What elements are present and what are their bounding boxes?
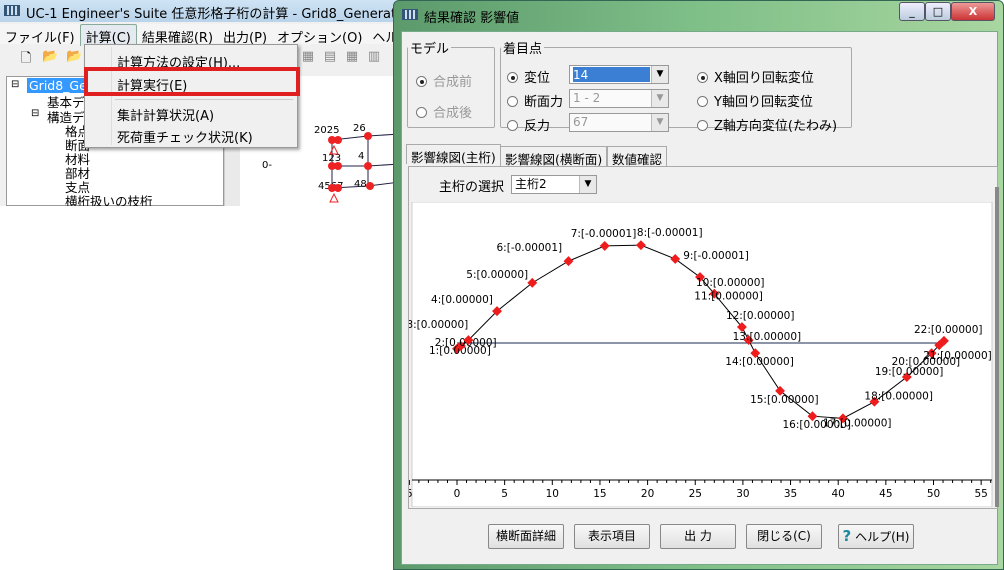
x-tick-label: 30: [736, 488, 749, 500]
point-label: 9:[-0.00001]: [683, 250, 749, 262]
point-label: 13:[0.00000]: [733, 331, 802, 343]
point-label: 12:[0.00000]: [726, 310, 795, 322]
girder-select[interactable]: 主桁2 ▼: [511, 175, 597, 194]
dialog-body: モデル 合成前 合成後 着目点 変位 断面力 反力 14 ▼ 1 - 2 ▼ 67 ▼…: [401, 31, 999, 565]
table-icon[interactable]: ▦: [300, 49, 316, 65]
point-label: 18:[0.00000]: [864, 391, 933, 403]
point-label: 11:[0.00000]: [694, 291, 763, 303]
point-label: 7:[-0.00001]: [571, 228, 637, 240]
help-button[interactable]: ? ヘルプ(H): [838, 524, 914, 549]
influence-dialog: 結果確認 影響値 _ □ X モデル 合成前 合成後 着目点 変位 断面力 反力…: [393, 0, 1004, 570]
x-tick-label: 40: [832, 488, 845, 500]
close-window-button[interactable]: X: [951, 2, 995, 21]
chevron-down-icon[interactable]: ▼: [651, 66, 668, 83]
tree-item[interactable]: 横桁扱いの枝桁: [65, 191, 153, 206]
radio-reaction[interactable]: 反力: [507, 115, 550, 134]
point-label: 4:[0.00000]: [431, 294, 493, 306]
menubar: ファイル(F) 計算(C) 結果確認(R) 出力(P) オプション(O) ヘル: [0, 24, 400, 49]
radio-z-deflection[interactable]: Z軸方向変位(たわみ): [697, 115, 837, 134]
app-icon: [4, 5, 20, 16]
app-title: UC-1 Engineer's Suite 任意形格子桁の計算 - Grid8_…: [0, 0, 400, 22]
dialog-title: 結果確認 影響値: [424, 11, 520, 26]
x-tick-label: 45: [879, 488, 892, 500]
point-label: 15:[0.00000]: [750, 394, 819, 406]
point-label: 8:[-0.00001]: [637, 227, 703, 239]
point-label: 22:[0.00000]: [914, 324, 983, 336]
tree-collapse-icon[interactable]: ⊟: [11, 79, 19, 90]
point-label: 6:[-0.00001]: [497, 242, 563, 254]
tab-main-girder[interactable]: 影響線図(主桁): [406, 144, 501, 165]
menu-item-summary-status[interactable]: 集計計算状況(A): [117, 105, 214, 124]
open-folder-icon[interactable]: 📂: [42, 49, 58, 65]
tab-panel: 主桁の選択 主桁2 ▼ 1:[0.00000] 2:[0.00000] 3:[0.00…: [408, 166, 999, 509]
minimize-button[interactable]: _: [899, 2, 925, 21]
maximize-button[interactable]: □: [925, 2, 951, 21]
point-label: 10:[0.00000]: [696, 277, 765, 289]
focus-point-group: 着目点 変位 断面力 反力 14 ▼ 1 - 2 ▼ 67 ▼ X軸回り回転変位 Y軸…: [500, 38, 852, 134]
scrollbar[interactable]: [995, 187, 999, 507]
x-tick-label: 15: [593, 488, 606, 500]
radio-displacement[interactable]: 変位: [507, 67, 550, 86]
point-label: 17:[0.00000]: [823, 417, 892, 429]
grid-icon[interactable]: ▦: [344, 49, 360, 65]
point-label: 5:[0.00000]: [466, 269, 528, 281]
tab-cross-section[interactable]: 影響線図(横断面): [500, 146, 608, 167]
dialog-icon: [402, 9, 418, 20]
section-force-combo[interactable]: 1 - 2 ▼: [569, 89, 669, 108]
x-tick-label: 25: [689, 488, 702, 500]
list-icon[interactable]: ▥: [366, 49, 382, 65]
x-tick-label: 20: [641, 488, 654, 500]
chevron-down-icon[interactable]: ▼: [651, 90, 668, 107]
x-tick-label: 55: [974, 488, 987, 500]
x-tick-label: 50: [927, 488, 940, 500]
chevron-down-icon[interactable]: ▼: [579, 176, 596, 193]
girder-select-label: 主桁の選択: [439, 180, 505, 195]
radio-y-rotation[interactable]: Y軸回り回転変位: [697, 91, 813, 110]
influence-line-chart: 1:[0.00000]2:[0.00000]3:[0.00000]4:[0.00…: [409, 202, 993, 507]
output-button[interactable]: 出 力: [660, 524, 736, 549]
x-tick-label: 5: [501, 488, 508, 500]
tab-numeric[interactable]: 数値確認: [607, 146, 668, 167]
open-recent-icon[interactable]: 📂: [66, 49, 82, 65]
x-tick-label: 0: [454, 488, 461, 500]
displacement-node-combo[interactable]: 14 ▼: [569, 65, 669, 84]
chart-icon[interactable]: ▤: [322, 49, 338, 65]
new-file-icon[interactable]: 🗋: [18, 49, 34, 66]
menu-item-deadload-check[interactable]: 死荷重チェック状況(K): [117, 127, 253, 146]
tree-collapse-icon[interactable]: ⊟: [31, 108, 39, 119]
display-items-button[interactable]: 表示項目: [574, 524, 650, 549]
radio-section-force[interactable]: 断面力: [507, 91, 563, 110]
point-label: 21:[0.00000]: [923, 350, 992, 362]
reaction-combo[interactable]: 67 ▼: [569, 113, 669, 132]
model-group: モデル 合成前 合成後: [407, 38, 495, 128]
x-tick-label: 10: [546, 488, 559, 500]
x-tick-label: 5: [409, 488, 413, 500]
point-label: 14:[0.00000]: [725, 356, 794, 368]
x-tick-label: 35: [784, 488, 797, 500]
radio-x-rotation[interactable]: X軸回り回転変位: [697, 67, 814, 86]
radio-before-composite[interactable]: 合成前: [416, 71, 472, 90]
menu-file[interactable]: ファイル(F): [0, 25, 80, 48]
close-button[interactable]: 閉じる(C): [746, 524, 822, 549]
cross-section-detail-button[interactable]: 横断面詳細: [488, 524, 564, 549]
calc-dropdown-menu: 計算方法の設定(H)... 計算実行(E) 集計計算状況(A) 死荷重チェック状…: [84, 44, 298, 148]
help-icon: ?: [842, 527, 852, 545]
highlight-box: [84, 67, 300, 96]
point-label: 3:[0.00000]: [409, 319, 468, 331]
chevron-down-icon[interactable]: ▼: [651, 114, 668, 131]
radio-after-composite[interactable]: 合成後: [416, 102, 472, 121]
